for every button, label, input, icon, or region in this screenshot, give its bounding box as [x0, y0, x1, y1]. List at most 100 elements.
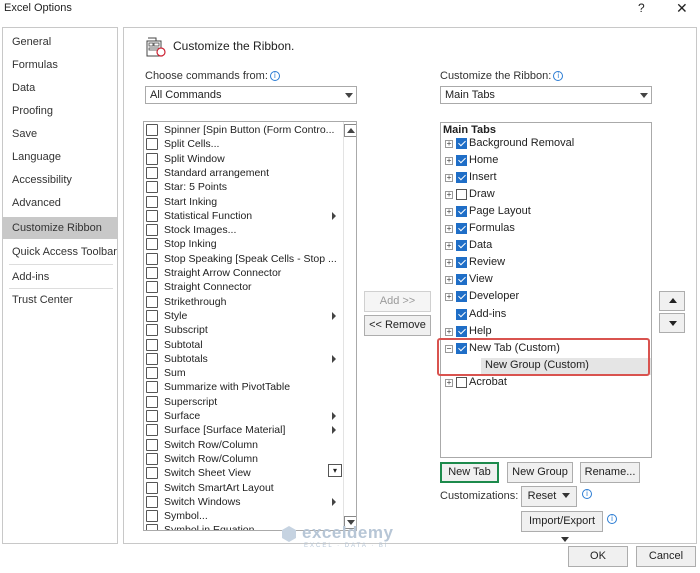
tree-tab-item[interactable]: + Background Removal: [441, 136, 651, 153]
command-item[interactable]: Summarize with PivotTable: [144, 380, 344, 394]
nav-item-proofing[interactable]: Proofing: [3, 100, 117, 122]
command-item[interactable]: Switch Row/Column: [144, 452, 344, 466]
command-item[interactable]: Subtotal: [144, 338, 344, 352]
tab-checkbox[interactable]: [456, 240, 467, 252]
tab-checkbox[interactable]: [456, 308, 467, 320]
tab-checkbox[interactable]: [456, 155, 467, 167]
info-icon[interactable]: i: [269, 71, 280, 81]
tab-checkbox[interactable]: [456, 376, 467, 388]
command-item[interactable]: Strikethrough: [144, 295, 344, 309]
expand-icon[interactable]: +: [445, 242, 453, 251]
add-button[interactable]: Add >>: [364, 291, 431, 312]
close-button[interactable]: ✕: [676, 0, 688, 17]
nav-item-add-ins[interactable]: Add-ins: [3, 266, 117, 288]
command-item[interactable]: Switch Windows: [144, 495, 344, 509]
command-item[interactable]: Spinner [Spin Button (Form Contro...: [144, 123, 344, 137]
command-item[interactable]: Superscript: [144, 395, 344, 409]
scroll-up-button[interactable]: [344, 124, 356, 137]
command-item[interactable]: Subtotals: [144, 352, 344, 366]
expand-icon[interactable]: +: [445, 327, 453, 336]
ok-button[interactable]: OK: [568, 546, 628, 567]
tree-tab-item[interactable]: + Home: [441, 153, 651, 170]
command-item[interactable]: Star: 5 Points: [144, 180, 344, 194]
rename-button[interactable]: Rename...: [580, 462, 640, 483]
tab-checkbox[interactable]: [456, 291, 467, 303]
command-item[interactable]: Sum: [144, 366, 344, 380]
expand-icon[interactable]: +: [445, 225, 453, 234]
command-item[interactable]: Symbol...: [144, 509, 344, 523]
tab-checkbox[interactable]: [456, 172, 467, 184]
nav-item-advanced[interactable]: Advanced: [3, 192, 117, 214]
nav-item-general[interactable]: General: [3, 31, 117, 53]
info-icon[interactable]: i: [582, 489, 592, 499]
import-export-button[interactable]: Import/Export: [521, 511, 603, 542]
command-item[interactable]: Surface [Surface Material]: [144, 423, 344, 437]
tab-checkbox[interactable]: [456, 325, 467, 337]
expand-icon[interactable]: +: [445, 208, 453, 217]
command-item[interactable]: Split Cells...: [144, 137, 344, 151]
expand-icon[interactable]: +: [445, 293, 453, 302]
expand-icon[interactable]: +: [445, 378, 453, 387]
tree-tab-item[interactable]: + Page Layout: [441, 204, 651, 221]
customize-ribbon-dropdown[interactable]: Main Tabs: [440, 86, 652, 104]
tree-tab-item[interactable]: + Formulas: [441, 221, 651, 238]
nav-item-quick-access-toolbar[interactable]: Quick Access Toolbar: [3, 241, 117, 263]
expand-icon[interactable]: +: [445, 191, 453, 200]
commands-scrollbar[interactable]: [343, 122, 356, 530]
help-button[interactable]: ?: [638, 1, 645, 15]
nav-item-save[interactable]: Save: [3, 123, 117, 145]
nav-item-trust-center[interactable]: Trust Center: [3, 289, 117, 311]
info-icon[interactable]: i: [607, 514, 617, 524]
command-item[interactable]: Subscript: [144, 323, 344, 337]
tree-tab-item[interactable]: + Data: [441, 238, 651, 255]
command-item[interactable]: Surface: [144, 409, 344, 423]
expand-icon[interactable]: +: [445, 157, 453, 166]
cancel-button[interactable]: Cancel: [636, 546, 696, 567]
tab-checkbox[interactable]: [456, 206, 467, 218]
command-item[interactable]: Stop Inking: [144, 237, 344, 251]
expand-icon[interactable]: +: [445, 174, 453, 183]
new-group-button[interactable]: New Group: [507, 462, 573, 483]
tab-checkbox[interactable]: [456, 223, 467, 235]
tree-tab-item[interactable]: + Draw: [441, 187, 651, 204]
move-up-button[interactable]: [659, 291, 685, 311]
new-tab-button[interactable]: New Tab: [440, 462, 499, 483]
commands-list[interactable]: Spinner [Spin Button (Form Contro... Spli…: [143, 121, 357, 531]
command-item[interactable]: Straight Connector: [144, 280, 344, 294]
command-item[interactable]: Split Window: [144, 152, 344, 166]
tree-tab-item[interactable]: + Insert: [441, 170, 651, 187]
tree-tab-item[interactable]: Add-ins: [441, 307, 651, 324]
expand-icon[interactable]: +: [445, 276, 453, 285]
command-item[interactable]: Style: [144, 309, 344, 323]
reset-button[interactable]: Reset: [521, 486, 577, 507]
command-item[interactable]: Switch SmartArt Layout: [144, 481, 344, 495]
ribbon-tabs-tree[interactable]: Main Tabs + Background Removal + Home + Insert…: [440, 122, 652, 458]
command-item[interactable]: Start Inking: [144, 195, 344, 209]
nav-item-customize-ribbon[interactable]: Customize Ribbon: [3, 217, 117, 239]
sheet-view-dropdown-icon[interactable]: ▾: [328, 464, 342, 477]
expand-icon[interactable]: +: [445, 259, 453, 268]
nav-item-accessibility[interactable]: Accessibility: [3, 169, 117, 191]
expand-icon[interactable]: +: [445, 140, 453, 148]
command-item[interactable]: Straight Arrow Connector: [144, 266, 344, 280]
nav-item-formulas[interactable]: Formulas: [3, 54, 117, 76]
tab-checkbox[interactable]: [456, 138, 467, 149]
command-item[interactable]: Statistical Function: [144, 209, 344, 223]
tree-tab-item[interactable]: + Developer: [441, 289, 651, 306]
tab-checkbox[interactable]: [456, 189, 467, 201]
nav-item-data[interactable]: Data: [3, 77, 117, 99]
command-item[interactable]: Stock Images...: [144, 223, 344, 237]
move-down-button[interactable]: [659, 313, 685, 333]
command-item[interactable]: Standard arrangement: [144, 166, 344, 180]
choose-commands-dropdown[interactable]: All Commands: [145, 86, 357, 104]
command-item[interactable]: Switch Sheet View: [144, 466, 344, 480]
tree-tab-item[interactable]: + Review: [441, 255, 651, 272]
tree-tab-item[interactable]: + View: [441, 272, 651, 289]
tab-checkbox[interactable]: [456, 274, 467, 286]
command-item[interactable]: Stop Speaking [Speak Cells - Stop ...: [144, 252, 344, 266]
tree-tab-item[interactable]: + Acrobat: [441, 375, 651, 392]
remove-button[interactable]: << Remove: [364, 315, 431, 336]
nav-item-language[interactable]: Language: [3, 146, 117, 168]
command-item[interactable]: Switch Row/Column: [144, 438, 344, 452]
tab-checkbox[interactable]: [456, 257, 467, 269]
